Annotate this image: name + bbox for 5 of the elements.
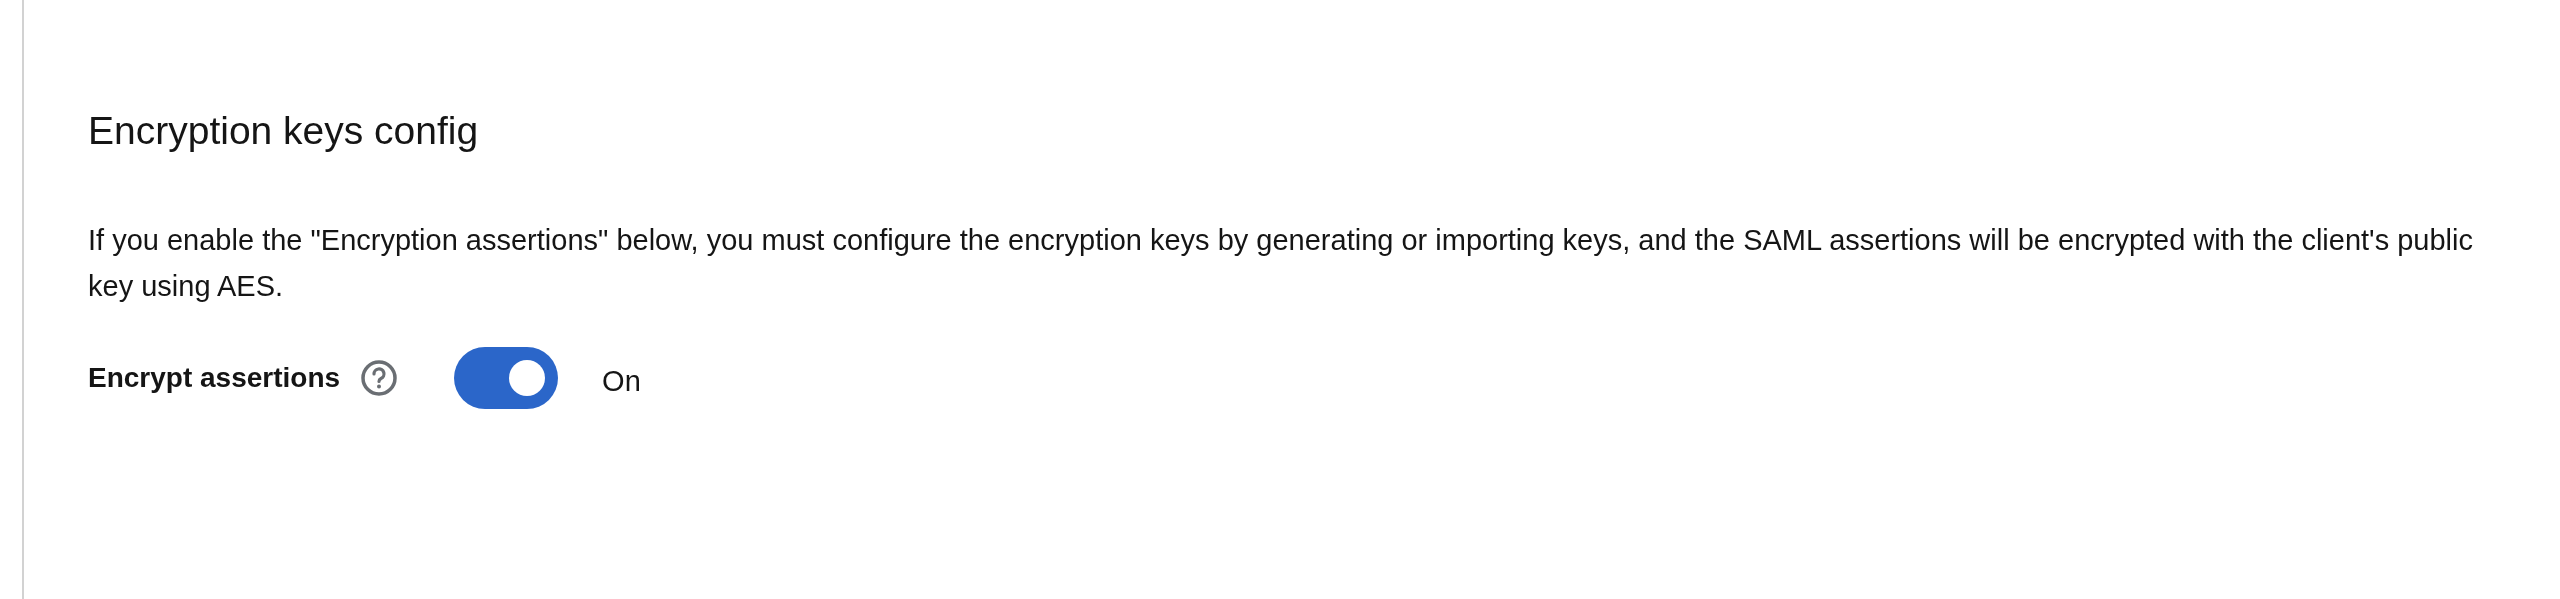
switch-state-label: On [602,363,641,399]
description-text: If you enable the "Encryption assertions" below, you must configure the encryption keys by generating or importing keys, and the SAML assertions will be encrypted with the client's public key using AES. [88,222,2474,304]
field-label: Encrypt assertions [88,360,341,395]
section-title: Encryption keys config [88,108,480,154]
help-icon[interactable] [360,358,399,397]
